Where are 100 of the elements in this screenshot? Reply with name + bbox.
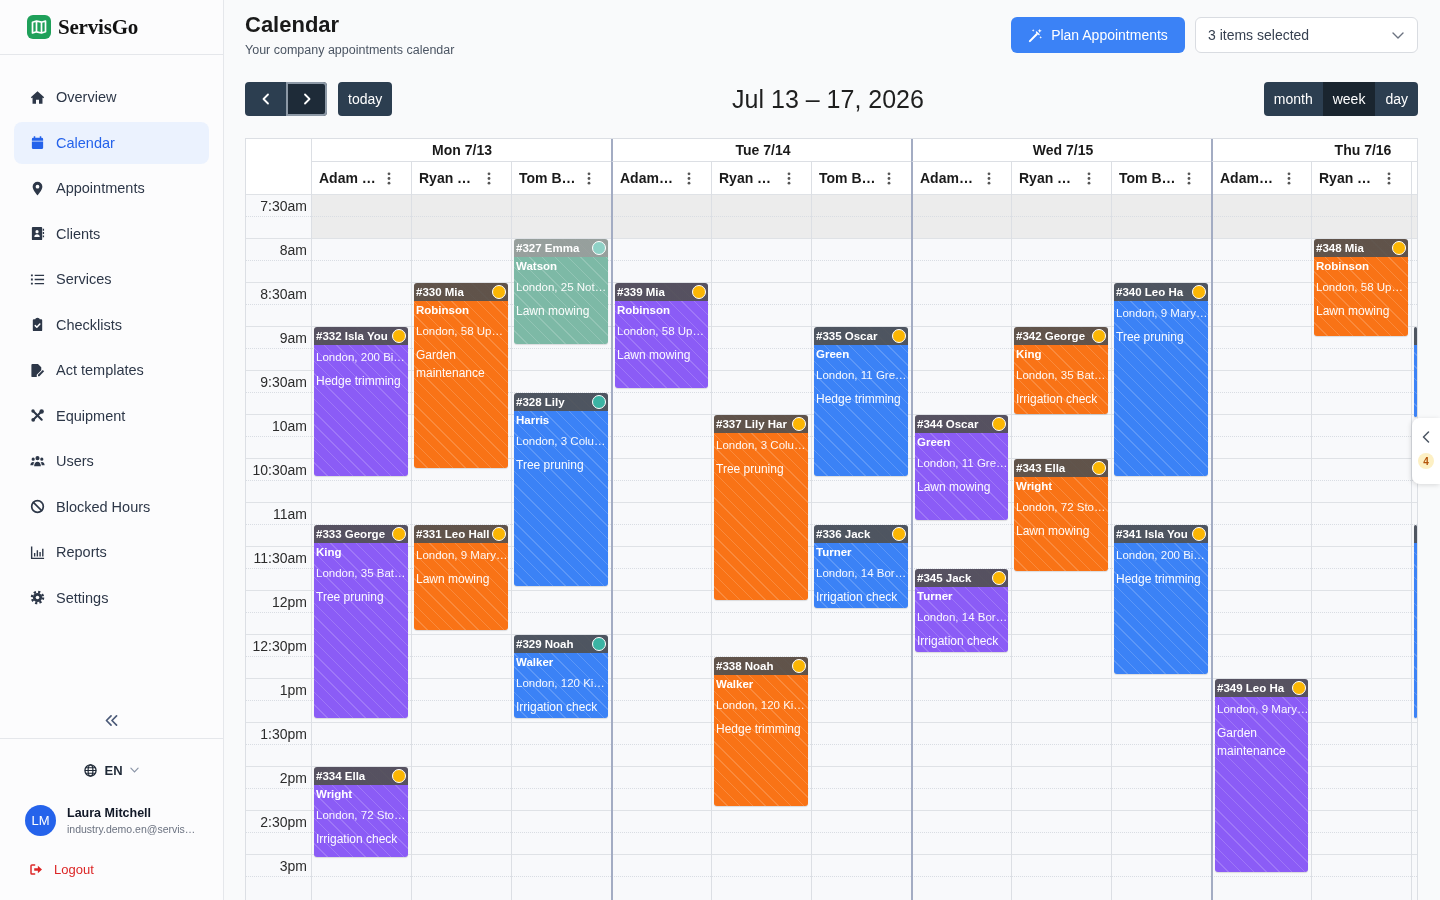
- next-week-button[interactable]: [286, 82, 327, 116]
- appointment-card[interactable]: #331 Leo Hall London, 9 Mary… Lawn mowing: [414, 525, 508, 630]
- sidebar-nav-item[interactable]: Clients: [14, 212, 209, 255]
- appointment-card[interactable]: #335 Oscar Green London, 11 Gre… Hedge trimming: [814, 327, 908, 476]
- sidebar-nav-item[interactable]: Calendar: [14, 121, 209, 164]
- appointment-card[interactable]: #333 George King London, 35 Bat… Tree pruning: [314, 525, 408, 718]
- sidebar-nav-item[interactable]: Act templates: [14, 349, 209, 391]
- staff-column-heading: Tom B…: [1119, 170, 1176, 186]
- sidebar-nav-item[interactable]: Blocked Hours: [14, 485, 209, 528]
- appointment-card[interactable]: #343 Ella Wright London, 72 Sto… Lawn mowing: [1014, 459, 1108, 571]
- appointment-address: London, 3 Colu…: [716, 438, 806, 453]
- appointment-title: #340 Leo Ha: [1116, 285, 1185, 300]
- vertical-dots-icon[interactable]: [587, 171, 591, 185]
- vertical-dots-icon[interactable]: [387, 171, 391, 185]
- vertical-dots-icon[interactable]: [1387, 171, 1391, 185]
- vertical-dots-icon[interactable]: [1087, 171, 1091, 185]
- view-switch-button[interactable]: month: [1263, 82, 1323, 116]
- appointment-service: Irrigation check: [516, 699, 599, 716]
- appointment-card[interactable]: #332 Isla You London, 200 Bi… Hedge trimming: [314, 327, 408, 476]
- appointment-address: London, 72 Sto…: [1016, 500, 1106, 515]
- appointment-card[interactable]: #336 Jack Turner London, 14 Bor… Irrigation check: [814, 525, 908, 608]
- time-label: 7:30am: [259, 197, 308, 216]
- time-label: 12pm: [270, 593, 308, 612]
- staff-column-heading: Ryan …: [1019, 170, 1072, 186]
- chevron-left-icon: [1422, 431, 1430, 443]
- appointment-card[interactable]: #330 Mia Robinson London, 58 Up… Garden maintenance: [414, 283, 508, 469]
- appointment-address: London, 58 Up…: [1316, 280, 1404, 295]
- appointment-card[interactable]: #344 Oscar Green London, 11 Gre… Lawn mowing: [915, 415, 1008, 520]
- appointment-title: #338 Noah Walker: [716, 659, 775, 692]
- appointment-card[interactable]: [1414, 327, 1417, 417]
- logo-text: ServisGo: [58, 14, 139, 40]
- appointment-card[interactable]: #349 Leo Ha London, 9 Mary… Garden maintenance: [1215, 679, 1308, 872]
- settings-icon: [30, 590, 45, 605]
- appointment-card[interactable]: #345 Jack Turner London, 14 Bor… Irrigation check: [915, 569, 1008, 652]
- appointment-title: #337 Lily Har: [716, 417, 788, 432]
- vertical-dots-icon[interactable]: [887, 171, 891, 185]
- sidebar-nav-item[interactable]: Equipment: [14, 394, 209, 437]
- appointment-title: #328 Lily Harris: [516, 395, 566, 428]
- page-title: Calendar: [245, 12, 340, 38]
- appointment-card[interactable]: #334 Ella Wright London, 72 Sto… Irrigation check: [314, 767, 408, 857]
- appointments-filter-select[interactable]: 3 items selected: [1195, 17, 1418, 53]
- view-switch-button[interactable]: week: [1322, 82, 1376, 116]
- sidebar-nav-item[interactable]: Reports: [14, 531, 209, 573]
- time-label: 9:30am: [259, 373, 308, 392]
- appointment-service: Lawn mowing: [917, 479, 992, 496]
- time-label: 1pm: [278, 681, 308, 700]
- sidebar-nav-item[interactable]: Services: [14, 258, 209, 300]
- today-button[interactable]: today: [338, 82, 393, 116]
- appointment-card[interactable]: #341 Isla You London, 200 Bi… Hedge trimming: [1114, 525, 1208, 674]
- home-icon: [30, 89, 45, 105]
- side-panel-toggle[interactable]: 4: [1412, 418, 1440, 484]
- time-label: 8am: [278, 241, 308, 260]
- vertical-dots-icon[interactable]: [1287, 171, 1291, 185]
- appointment-title: #339 Mia Robinson: [617, 285, 672, 318]
- appointment-card[interactable]: #337 Lily Har London, 3 Colu… Tree pruning: [714, 415, 808, 601]
- appointment-card[interactable]: #329 Noah Walker London, 120 Ki… Irrigation check: [514, 635, 608, 718]
- time-label: 1:30pm: [259, 725, 308, 744]
- logout-link[interactable]: Logout: [0, 859, 94, 879]
- appointment-title: #334 Ella Wright: [316, 769, 367, 802]
- time-label: 9am: [278, 329, 308, 348]
- staff-column-heading: Adam…: [620, 170, 673, 186]
- time-label: 10am: [270, 417, 308, 436]
- appointment-card[interactable]: #328 Lily Harris London, 3 Colu… Tree pruning: [514, 393, 608, 586]
- sidebar-nav-item[interactable]: Appointments: [14, 167, 209, 209]
- sidebar-nav-item[interactable]: Overview: [14, 76, 209, 118]
- time-label: 11am: [272, 505, 308, 524]
- day-heading: Wed 7/15: [1032, 142, 1094, 158]
- sidebar-nav-item[interactable]: Settings: [14, 576, 209, 619]
- appointment-card[interactable]: #348 Mia Robinson London, 58 Up… Lawn mowing: [1314, 239, 1408, 337]
- vertical-dots-icon[interactable]: [1187, 171, 1191, 185]
- sidebar-nav-item[interactable]: Users: [14, 440, 209, 482]
- vertical-dots-icon[interactable]: [687, 171, 691, 185]
- appointment-title: #345 Jack Turner: [917, 571, 973, 604]
- appointment-service: Tree pruning: [1116, 329, 1185, 346]
- appointment-title: #331 Leo Hall: [416, 527, 491, 542]
- appointment-card[interactable]: #339 Mia Robinson London, 58 Up… Lawn mowing: [615, 283, 708, 388]
- appointment-address: London, 25 Not…: [516, 280, 606, 295]
- plan-appointments-button[interactable]: Plan Appointments: [1011, 17, 1185, 53]
- appointment-title: #341 Isla You: [1116, 527, 1189, 542]
- bar-chart-icon: [30, 544, 45, 560]
- appointment-service: Irrigation check: [316, 831, 399, 848]
- sidebar-nav-item[interactable]: Checklists: [14, 303, 209, 346]
- day-heading: Thu 7/16: [1334, 142, 1392, 158]
- appointment-card[interactable]: [1414, 525, 1417, 718]
- appointment-card[interactable]: #340 Leo Ha London, 9 Mary… Tree pruning: [1114, 283, 1208, 476]
- time-label: 8:30am: [259, 285, 308, 304]
- appointment-title: #333 George King: [316, 527, 387, 560]
- language-selector[interactable]: EN: [80, 758, 143, 782]
- view-switch-button[interactable]: day: [1375, 82, 1418, 116]
- vertical-dots-icon[interactable]: [487, 171, 491, 185]
- staff-column-heading: Adam …: [319, 170, 376, 186]
- staff-column-heading: Ryan …: [719, 170, 772, 186]
- appointment-card[interactable]: #338 Noah Walker London, 120 Ki… Hedge trimming: [714, 657, 808, 806]
- vertical-dots-icon[interactable]: [987, 171, 991, 185]
- appointment-card[interactable]: #342 George King London, 35 Bat… Irrigation check: [1014, 327, 1108, 415]
- time-label: 3pm: [278, 857, 308, 876]
- vertical-dots-icon[interactable]: [787, 171, 791, 185]
- appointment-address: London, 200 Bi…: [1116, 548, 1206, 563]
- appointment-title: #342 George King: [1016, 329, 1087, 362]
- previous-week-button[interactable]: [245, 82, 286, 116]
